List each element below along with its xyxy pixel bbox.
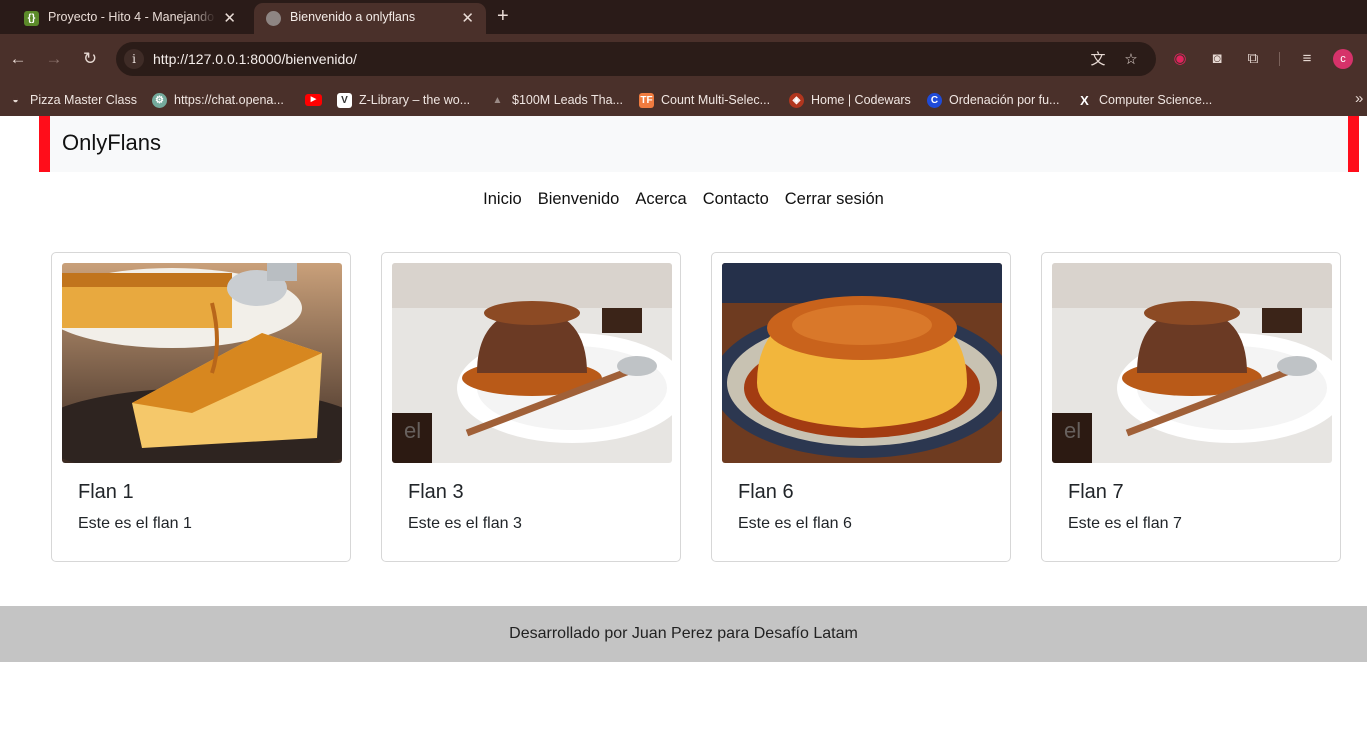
nav-link-inicio[interactable]: Inicio	[483, 190, 522, 209]
flan-image	[722, 263, 1002, 463]
flan-image: el	[392, 263, 672, 463]
flan-card: el Flan 3 Este es el flan 3	[381, 252, 681, 562]
nav-link-acerca[interactable]: Acerca	[635, 190, 686, 209]
bookmark-100m-leads[interactable]: ▲ $100M Leads Tha...	[490, 92, 623, 108]
forward-arrow-icon[interactable]: →	[43, 48, 65, 70]
openai-icon: ⚙	[152, 92, 167, 108]
tab-title: Proyecto - Hito 4 - Manejando	[48, 10, 215, 24]
back-arrow-icon[interactable]: ←	[7, 48, 29, 70]
svg-text:el: el	[1064, 418, 1081, 443]
site-info-icon[interactable]: i	[124, 49, 144, 69]
tab-bienvenido[interactable]: Bienvenido a onlyflans ✕	[254, 3, 486, 34]
bookmark-ordenacion[interactable]: C Ordenación por fu...	[927, 92, 1059, 108]
bookmark-youtube[interactable]: ▶	[305, 92, 329, 108]
reload-icon[interactable]: ↻	[79, 48, 101, 70]
pizza-icon: ◒	[12, 94, 19, 106]
svg-text:el: el	[404, 418, 421, 443]
media-queue-icon[interactable]: ≡	[1297, 49, 1317, 69]
record-extension-icon[interactable]: ◉	[1170, 49, 1190, 69]
browser-tab-strip: {} Proyecto - Hito 4 - Manejando ✕ Bienv…	[0, 0, 1367, 34]
nav-link-contacto[interactable]: Contacto	[703, 190, 769, 209]
card-text: Este es el flan 6	[738, 515, 852, 532]
triangle-icon: ▲	[492, 94, 503, 106]
toolbar-divider	[1279, 52, 1280, 66]
c-icon: C	[927, 92, 942, 108]
card-title: Flan 3	[408, 481, 464, 503]
main-nav: Inicio Bienvenido Acerca Contacto Cerrar…	[0, 190, 1367, 209]
site-footer: Desarrollado por Juan Perez para Desafío…	[0, 606, 1367, 662]
bookmark-pizza[interactable]: ◒ Pizza Master Class	[8, 92, 137, 108]
tab-title: Bienvenido a onlyflans	[290, 10, 416, 24]
card-title: Flan 6	[738, 481, 794, 503]
bookmark-computer-science[interactable]: X Computer Science...	[1077, 92, 1212, 108]
bookmark-count-multiselect[interactable]: TF Count Multi-Selec...	[639, 92, 770, 108]
globe-favicon-icon	[266, 11, 281, 26]
card-title: Flan 7	[1068, 481, 1124, 503]
card-text: Este es el flan 1	[78, 515, 192, 532]
flan-card: Flan 1 Este es el flan 1	[51, 252, 351, 562]
puzzle-extensions-icon[interactable]: ⧉	[1243, 49, 1263, 69]
profile-avatar-icon[interactable]: c	[1333, 49, 1353, 69]
more-bookmarks-icon[interactable]: »	[1355, 90, 1363, 107]
web-page: OnlyFlans Inicio Bienvenido Acerca Conta…	[0, 116, 1367, 741]
card-title: Flan 1	[78, 481, 134, 503]
bookmark-zlibrary[interactable]: V Z-Library – the wo...	[337, 92, 470, 108]
site-brand[interactable]: OnlyFlans	[62, 130, 161, 156]
bookmark-chatgpt[interactable]: ⚙ https://chat.opena...	[152, 92, 284, 108]
flan-image	[62, 263, 342, 463]
address-bar[interactable]: i http://127.0.0.1:8000/bienvenido/ 文 ☆	[116, 42, 1156, 76]
flan-card: Flan 6 Este es el flan 6	[711, 252, 1011, 562]
translate-icon[interactable]: 文	[1088, 50, 1108, 70]
bookmarks-bar: ◒ Pizza Master Class ⚙ https://chat.opena.…	[0, 84, 1367, 116]
bookmark-codewars[interactable]: ◈ Home | Codewars	[789, 92, 911, 108]
flan-image: el	[1052, 263, 1332, 463]
nav-link-bienvenido[interactable]: Bienvenido	[538, 190, 620, 209]
flan-card: el Flan 7 Este es el flan 7	[1041, 252, 1341, 562]
close-tab-icon[interactable]: ✕	[461, 9, 474, 27]
browser-toolbar: ← → ↻ i http://127.0.0.1:8000/bienvenido…	[0, 34, 1367, 84]
new-tab-button[interactable]: +	[497, 5, 509, 28]
card-text: Este es el flan 3	[408, 515, 522, 532]
nav-link-cerrar-sesion[interactable]: Cerrar sesión	[785, 190, 884, 209]
close-tab-icon[interactable]: ✕	[223, 9, 236, 27]
bookmark-star-icon[interactable]: ☆	[1121, 50, 1141, 70]
tab-proyecto[interactable]: {} Proyecto - Hito 4 - Manejando ✕	[12, 3, 248, 34]
site-header: OnlyFlans	[39, 116, 1359, 172]
code-favicon-icon: {}	[24, 11, 39, 26]
codewars-icon: ◈	[789, 92, 804, 108]
x-icon: X	[1080, 92, 1089, 108]
youtube-icon: ▶	[305, 94, 322, 106]
zlibrary-icon: V	[337, 92, 352, 108]
card-text: Este es el flan 7	[1068, 515, 1182, 532]
camera-extension-icon[interactable]: ◙	[1207, 49, 1227, 69]
tf-icon: TF	[639, 92, 654, 108]
url-text[interactable]: http://127.0.0.1:8000/bienvenido/	[153, 51, 357, 67]
